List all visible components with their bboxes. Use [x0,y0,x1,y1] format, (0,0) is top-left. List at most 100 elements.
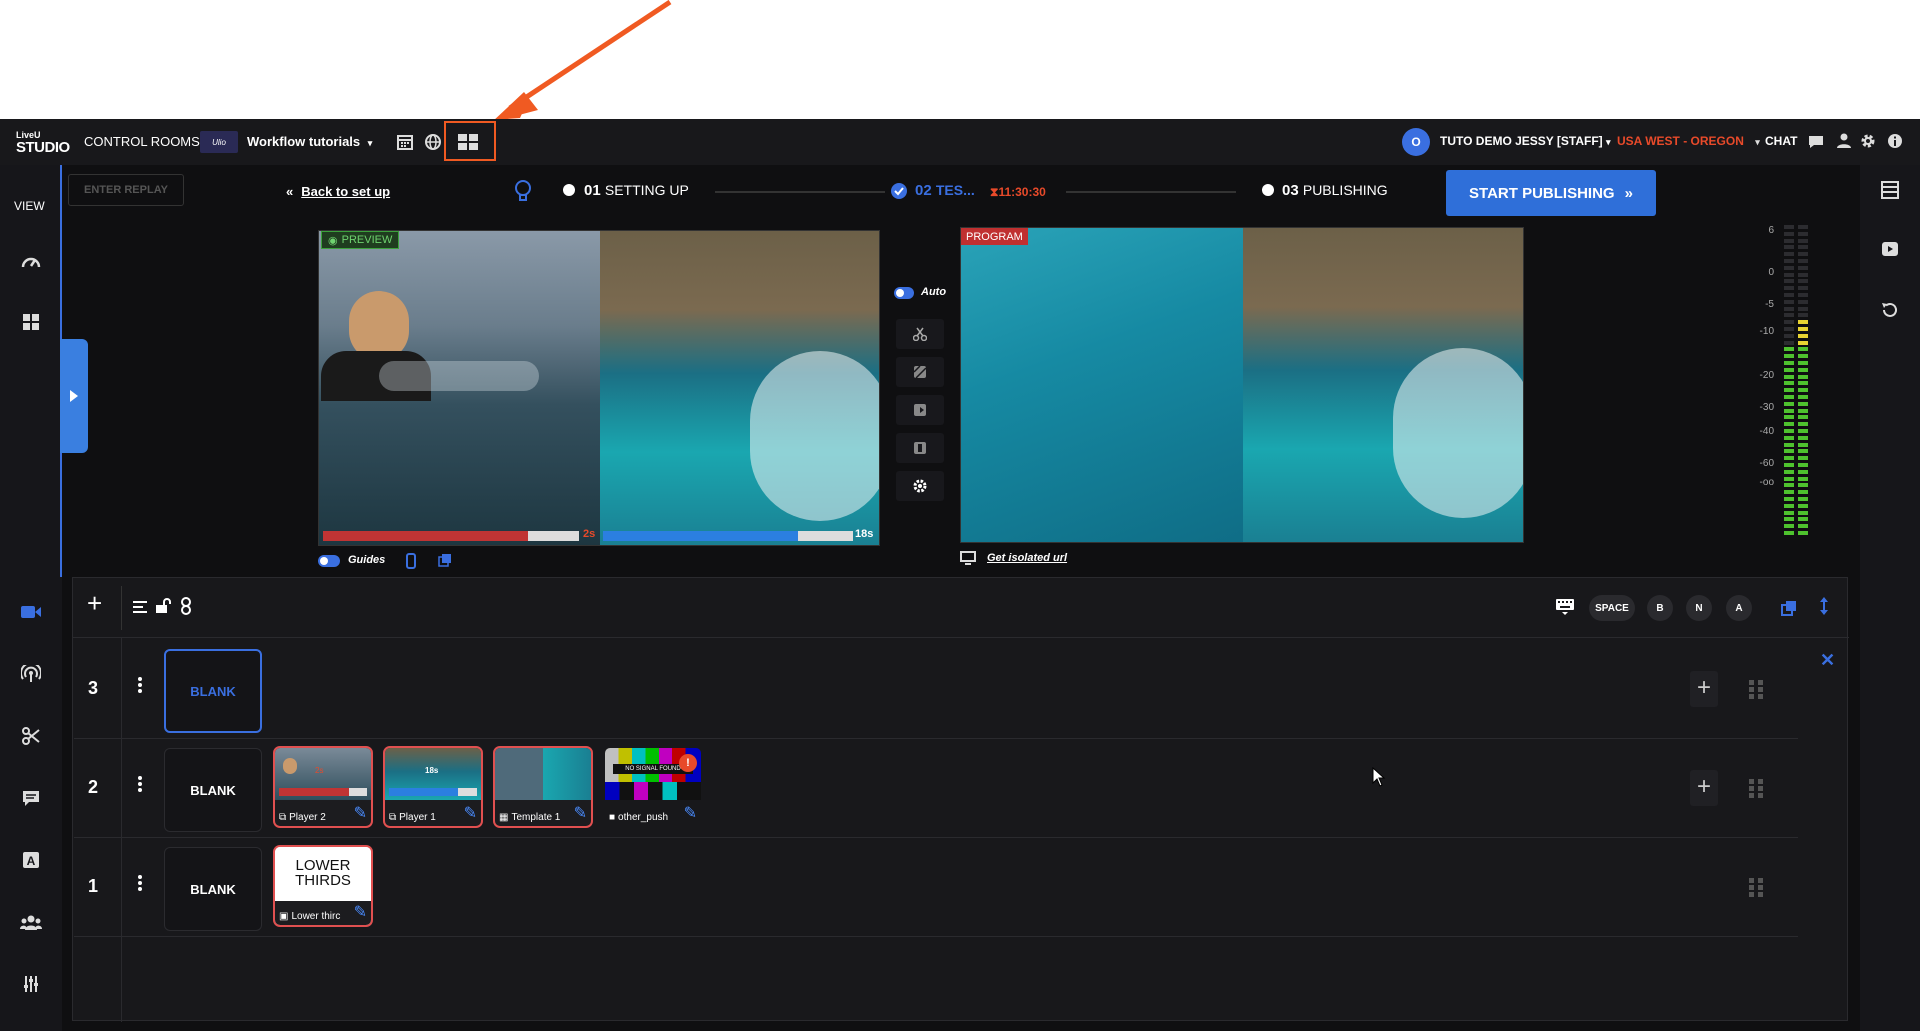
list-panel-icon[interactable] [1881,181,1899,199]
add-layer-icon[interactable]: + [87,590,102,616]
meter-segment [1798,272,1808,277]
get-isolated-url-link[interactable]: Get isolated url [987,552,1067,564]
meter-segment [1798,503,1808,508]
pencil-icon[interactable]: ✎ [684,803,697,823]
broadcast-icon[interactable] [18,661,44,687]
meter-segment [1784,361,1794,365]
audio-meter-left [1784,225,1794,541]
layer-menu-icon[interactable] [138,677,142,693]
step-setting-up[interactable]: 01 SETTING UP [584,182,689,199]
meter-segment [1784,333,1794,338]
dashboard-icon[interactable] [18,249,44,275]
globe-icon[interactable] [424,133,442,151]
top-bar: LiveU STUDIO CONTROL ROOMS Ulio Workflow… [0,119,1920,165]
source-player-2[interactable]: 2s ⧉ Player 2 ✎ [273,746,373,828]
meter-segment [1798,429,1808,433]
a-shortcut[interactable]: A [1726,595,1752,621]
auto-toggle[interactable] [894,287,914,299]
source-lower-thirds[interactable]: LOWER THIRDS ▣ Lower thirc ✎ [273,845,373,927]
enter-replay-button[interactable]: ENTER REPLAY [68,174,184,206]
unlock-icon[interactable] [155,598,171,614]
chat-icon[interactable] [1808,134,1824,150]
chat-link[interactable]: CHAT [1765,134,1797,148]
meter-segment [1784,259,1794,263]
gear-icon[interactable] [1860,133,1876,149]
workspace-selector[interactable]: Workflow tutorials ▾ [247,134,372,149]
info-icon[interactable] [1887,133,1903,149]
message-icon[interactable] [18,785,44,811]
calendar-icon[interactable] [396,133,414,151]
blank-slot[interactable]: BLANK [164,748,262,832]
control-rooms-link[interactable]: CONTROL ROOMS [84,134,200,149]
program-monitor[interactable]: PROGRAM [960,227,1524,543]
pencil-icon[interactable]: ✎ [574,803,587,823]
meter-scale-label: -20 [1759,370,1774,381]
start-publishing-button[interactable]: START PUBLISHING» [1446,170,1656,216]
multiview-icon[interactable] [457,133,479,151]
drag-handle-icon[interactable] [1748,778,1764,800]
layer-menu-icon[interactable] [138,776,142,792]
add-source-button[interactable]: + [1690,671,1718,707]
copy-icon[interactable] [438,553,452,567]
expand-panel-button[interactable] [60,339,88,453]
add-source-button[interactable]: + [1690,770,1718,806]
b-shortcut[interactable]: B [1647,595,1673,621]
close-icon[interactable]: ✕ [1820,650,1835,671]
meter-segment [1784,503,1794,508]
layout-icon[interactable] [18,309,44,335]
cut-transition-button[interactable] [896,319,944,349]
thumb-progress [389,788,477,796]
source-template-1[interactable]: ▦ Template 1 ✎ [493,746,593,828]
align-icon[interactable] [133,600,147,614]
transition-settings-button[interactable] [896,471,944,501]
back-to-setup-link[interactable]: «Back to set up [286,184,390,199]
source-player-1[interactable]: 18s ⧉ Player 1 ✎ [383,746,483,828]
text-icon[interactable]: A [18,847,44,873]
dissolve-transition-button[interactable] [896,357,944,387]
media-icon[interactable] [1881,241,1899,257]
layer-menu-icon[interactable] [138,875,142,891]
meter-segment [1784,374,1794,379]
users-icon[interactable] [18,909,44,935]
meter-segment [1784,367,1794,372]
thumb-image: 2s [275,748,371,800]
pencil-icon[interactable]: ✎ [354,803,367,823]
meter-segment [1784,299,1794,304]
stinger-transition-button[interactable] [896,433,944,463]
space-shortcut[interactable]: SPACE [1589,595,1635,621]
drag-handle-icon[interactable] [1748,877,1764,899]
user-avatar[interactable]: O [1402,128,1430,156]
vertical-resize-icon[interactable] [1819,596,1829,616]
pencil-icon[interactable]: ✎ [464,803,477,823]
meter-segment [1798,435,1808,440]
guides-toggle[interactable] [318,555,340,567]
blank-slot[interactable]: BLANK [164,649,262,733]
lightbulb-icon[interactable] [514,179,532,203]
meter-segment [1784,469,1794,474]
scissors-icon[interactable] [18,723,44,749]
meter-scale-label: -5 [1765,299,1774,310]
duplicate-icon[interactable] [1781,600,1797,616]
camera-icon[interactable] [18,599,44,625]
keyboard-icon[interactable] [1555,598,1575,616]
mixer-icon[interactable] [18,971,44,997]
user-menu[interactable]: TUTO DEMO JESSY [STAFF] ▾ [1440,134,1611,148]
link-icon[interactable] [181,597,191,615]
step-testing[interactable]: 02 TES... [915,182,975,199]
phone-icon[interactable] [406,553,416,569]
n-shortcut[interactable]: N [1686,595,1712,621]
person-icon[interactable] [1837,133,1851,149]
step-line-1 [715,191,885,193]
pencil-icon[interactable]: ✎ [354,902,367,922]
step-publishing[interactable]: 03 PUBLISHING [1282,182,1388,199]
region-selector[interactable]: USA WEST - OREGON ▾ [1617,134,1760,148]
preview-monitor[interactable]: ◉ PREVIEW 2s 18s [318,230,880,546]
history-icon[interactable] [1881,301,1899,319]
wipe-transition-button[interactable] [896,395,944,425]
meter-segment [1784,456,1794,461]
source-other-push[interactable]: NO SIGNAL FOUND ! ■ other_push ✎ [603,746,703,828]
blank-slot[interactable]: BLANK [164,847,262,931]
layer-2: 2 BLANK 2s ⧉ Player 2 ✎ 18s ⧉ Player 1 ✎ ▦… [74,740,1798,838]
thumb-time: 18s [425,766,439,775]
drag-handle-icon[interactable] [1748,679,1764,701]
